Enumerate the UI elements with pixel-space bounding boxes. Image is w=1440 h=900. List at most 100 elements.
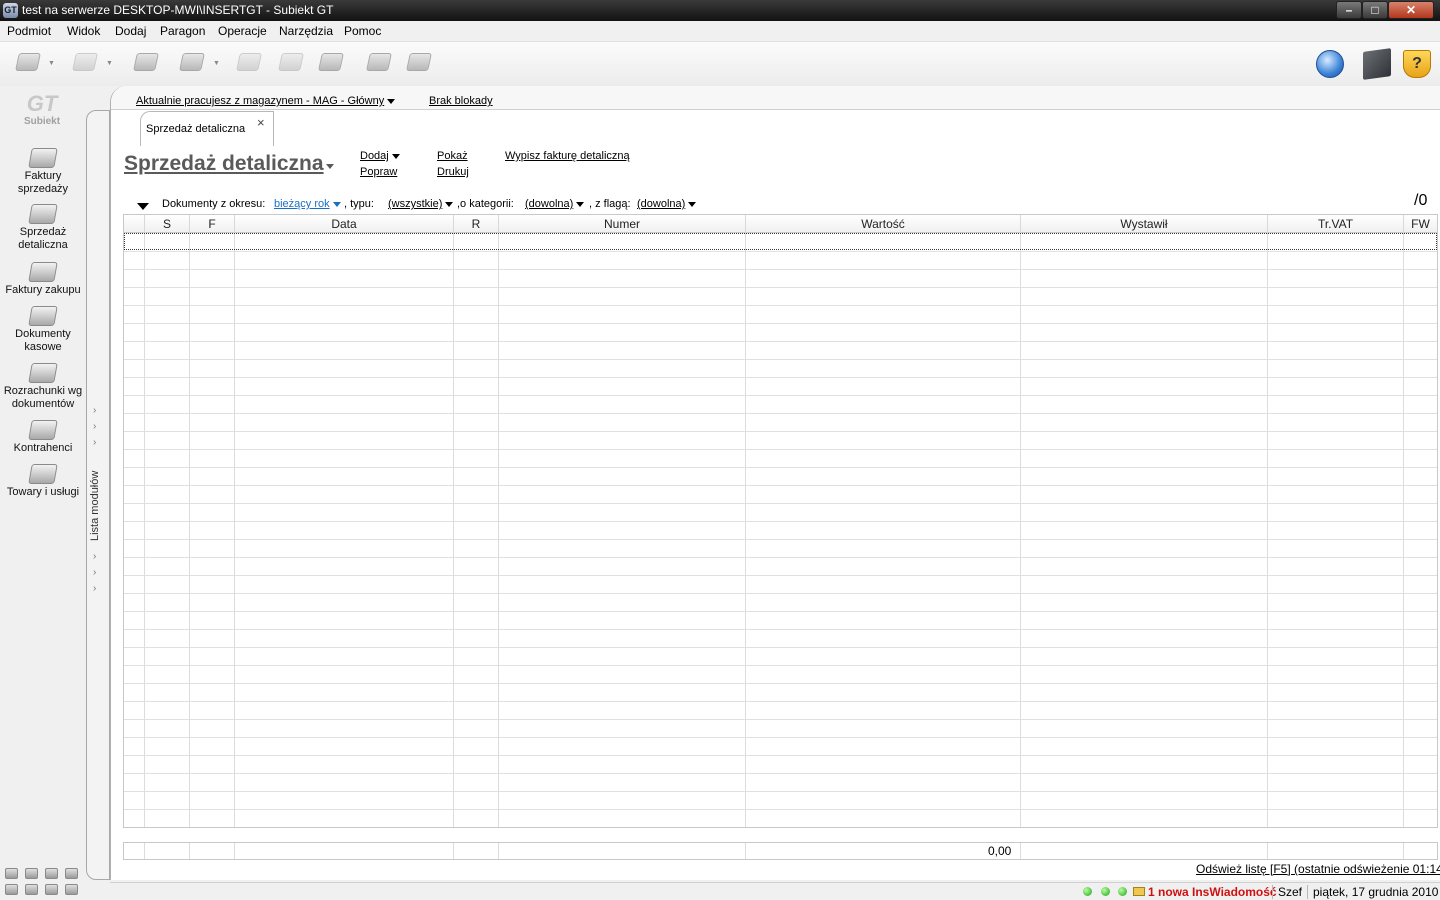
edit-link[interactable]: Popraw bbox=[360, 166, 397, 178]
menu-paragon[interactable]: Paragon bbox=[160, 24, 205, 38]
main-panel: Aktualnie pracujesz z magazynem - MAG - … bbox=[110, 86, 1440, 880]
close-window-button[interactable]: ✕ bbox=[1388, 1, 1434, 19]
chevron-down-icon bbox=[391, 153, 400, 159]
type-filter-label: , typu: bbox=[344, 198, 374, 210]
sidebar-item-retail-sale[interactable]: Sprzedaż detaliczna bbox=[0, 204, 86, 252]
column-header-s[interactable]: S bbox=[144, 215, 189, 233]
chevron-right-icon: › bbox=[93, 583, 97, 594]
column-header-f[interactable]: F bbox=[189, 215, 234, 233]
flag-filter[interactable]: (dowolna) bbox=[637, 198, 697, 210]
show-link[interactable]: Pokaż bbox=[437, 150, 468, 162]
menu-podmiot[interactable]: Podmiot bbox=[7, 24, 51, 38]
chevron-down-icon[interactable] bbox=[326, 164, 334, 169]
add-link[interactable]: Dodaj bbox=[360, 150, 400, 162]
row-divider bbox=[124, 773, 1437, 774]
mini-retail-icon[interactable] bbox=[45, 868, 58, 879]
eraser-icon[interactable] bbox=[177, 48, 207, 78]
category-filter-label: ,o kategorii: bbox=[457, 198, 514, 210]
edit-icon[interactable] bbox=[234, 48, 264, 78]
warehouse-link[interactable]: Aktualnie pracujesz z magazynem - MAG - … bbox=[136, 95, 396, 107]
close-icon[interactable]: × bbox=[257, 115, 265, 130]
open-document-icon[interactable] bbox=[70, 48, 100, 78]
row-divider bbox=[124, 485, 1437, 486]
mini-invoices-icon[interactable] bbox=[25, 868, 38, 879]
sidebar-item-sales-invoices[interactable]: Faktury sprzedaży bbox=[0, 148, 86, 196]
column-header-select[interactable] bbox=[124, 215, 144, 233]
period-filter[interactable]: bieżący rok bbox=[274, 198, 341, 210]
modules-list-toggle[interactable]: › › › Lista modułów › › › bbox=[86, 110, 110, 880]
mini-contractors-icon[interactable] bbox=[5, 884, 18, 895]
column-header-r[interactable]: R bbox=[453, 215, 498, 233]
maximize-button[interactable]: □ bbox=[1362, 1, 1388, 19]
cash-register-icon[interactable] bbox=[131, 48, 161, 78]
row-divider bbox=[124, 377, 1437, 378]
menu-bar: Podmiot Widok Dodaj Paragon Operacje Nar… bbox=[0, 21, 1440, 42]
document-stack-icon[interactable] bbox=[364, 48, 394, 78]
refresh-list-link[interactable]: Odśwież listę [F5] (ostatnie odświeżenie… bbox=[1196, 862, 1440, 876]
envelope-icon[interactable] bbox=[1133, 887, 1145, 896]
menu-pomoc[interactable]: Pomoc bbox=[344, 24, 381, 38]
new-document-dropdown-icon[interactable]: ▼ bbox=[48, 60, 56, 68]
type-filter[interactable]: (wszystkie) bbox=[388, 198, 454, 210]
column-header-data[interactable]: Data bbox=[234, 215, 453, 233]
lock-status-link[interactable]: Brak blokady bbox=[429, 95, 493, 107]
row-divider bbox=[124, 611, 1437, 612]
table-header: S F Data R Numer Wartość Wystawił Tr.VAT… bbox=[124, 215, 1437, 233]
toolbar: ▼ ▼ ▼ bbox=[0, 42, 1440, 86]
sidebar-item-purchase-invoices[interactable]: Faktury zakupu bbox=[0, 262, 86, 297]
new-message-notice[interactable]: 1 nowa InsWiadomość bbox=[1148, 885, 1277, 899]
row-divider bbox=[124, 323, 1437, 324]
mini-purchase-icon[interactable] bbox=[65, 868, 78, 879]
sidebar-item-cash-documents[interactable]: Dokumenty kasowe bbox=[0, 306, 86, 354]
new-document-icon[interactable] bbox=[13, 48, 43, 78]
filter-toggle-icon[interactable] bbox=[137, 203, 149, 210]
column-header-trvat[interactable]: Tr.VAT bbox=[1267, 215, 1403, 233]
window-title: test na serwerze DESKTOP-MWI\INSERTGT - … bbox=[22, 3, 334, 17]
column-header-wartosc[interactable]: Wartość bbox=[745, 215, 1020, 233]
printer-icon[interactable] bbox=[316, 48, 346, 78]
column-header-numer[interactable]: Numer bbox=[498, 215, 745, 233]
status-led-icon bbox=[1101, 887, 1110, 896]
sidebar-mini-icons bbox=[3, 868, 83, 898]
page-title[interactable]: Sprzedaż detaliczna bbox=[124, 152, 324, 176]
flag-filter-label: , z flagą: bbox=[589, 198, 631, 210]
retail-invoice-link[interactable]: Wypisz fakturę detaliczną bbox=[505, 150, 630, 162]
chevron-down-icon bbox=[387, 98, 396, 104]
chevron-down-icon bbox=[576, 201, 585, 207]
menu-dodaj[interactable]: Dodaj bbox=[115, 24, 146, 38]
row-divider bbox=[124, 413, 1437, 414]
eraser-dropdown-icon[interactable]: ▼ bbox=[213, 60, 221, 68]
menu-widok[interactable]: Widok bbox=[67, 24, 100, 38]
menu-operacje[interactable]: Operacje bbox=[218, 24, 267, 38]
print-link[interactable]: Drukuj bbox=[437, 166, 469, 178]
row-divider bbox=[124, 557, 1437, 558]
row-divider bbox=[124, 251, 1437, 252]
row-divider bbox=[124, 287, 1437, 288]
open-document-dropdown-icon[interactable]: ▼ bbox=[106, 60, 114, 68]
column-header-fw[interactable]: FW bbox=[1403, 215, 1437, 233]
mini-settlements-icon[interactable] bbox=[65, 884, 78, 895]
tab-retail-sale[interactable]: Sprzedaż detaliczna × bbox=[140, 111, 274, 146]
cube-icon[interactable] bbox=[1363, 48, 1391, 80]
category-filter[interactable]: (dowolna) bbox=[525, 198, 585, 210]
current-user: Szef bbox=[1278, 885, 1303, 899]
mini-goods-icon[interactable] bbox=[45, 884, 58, 895]
sidebar-item-goods-services[interactable]: Towary i usługi bbox=[0, 464, 86, 499]
print-preview-icon[interactable] bbox=[276, 48, 306, 78]
help-icon[interactable]: ? bbox=[1403, 50, 1431, 78]
minimize-button[interactable]: – bbox=[1336, 1, 1362, 19]
globe-icon[interactable] bbox=[1316, 50, 1344, 78]
row-divider bbox=[124, 395, 1437, 396]
sidebar-item-settlements[interactable]: Rozrachunki wg dokumentów bbox=[0, 363, 86, 411]
column-header-wystawil[interactable]: Wystawił bbox=[1020, 215, 1267, 233]
sidebar-item-contractors[interactable]: Kontrahenci bbox=[0, 420, 86, 455]
selected-row[interactable] bbox=[124, 233, 1437, 250]
status-led-icon bbox=[1118, 887, 1127, 896]
transfer-icon[interactable] bbox=[404, 48, 434, 78]
modules-list-label: Lista modułów bbox=[89, 470, 101, 541]
mini-cash-icon[interactable] bbox=[25, 884, 38, 895]
mini-home-icon[interactable] bbox=[5, 868, 18, 879]
menu-narzedzia[interactable]: Narzędzia bbox=[279, 24, 333, 38]
row-divider bbox=[124, 503, 1437, 504]
documents-table[interactable]: S F Data R Numer Wartość Wystawił Tr.VAT… bbox=[123, 214, 1438, 828]
